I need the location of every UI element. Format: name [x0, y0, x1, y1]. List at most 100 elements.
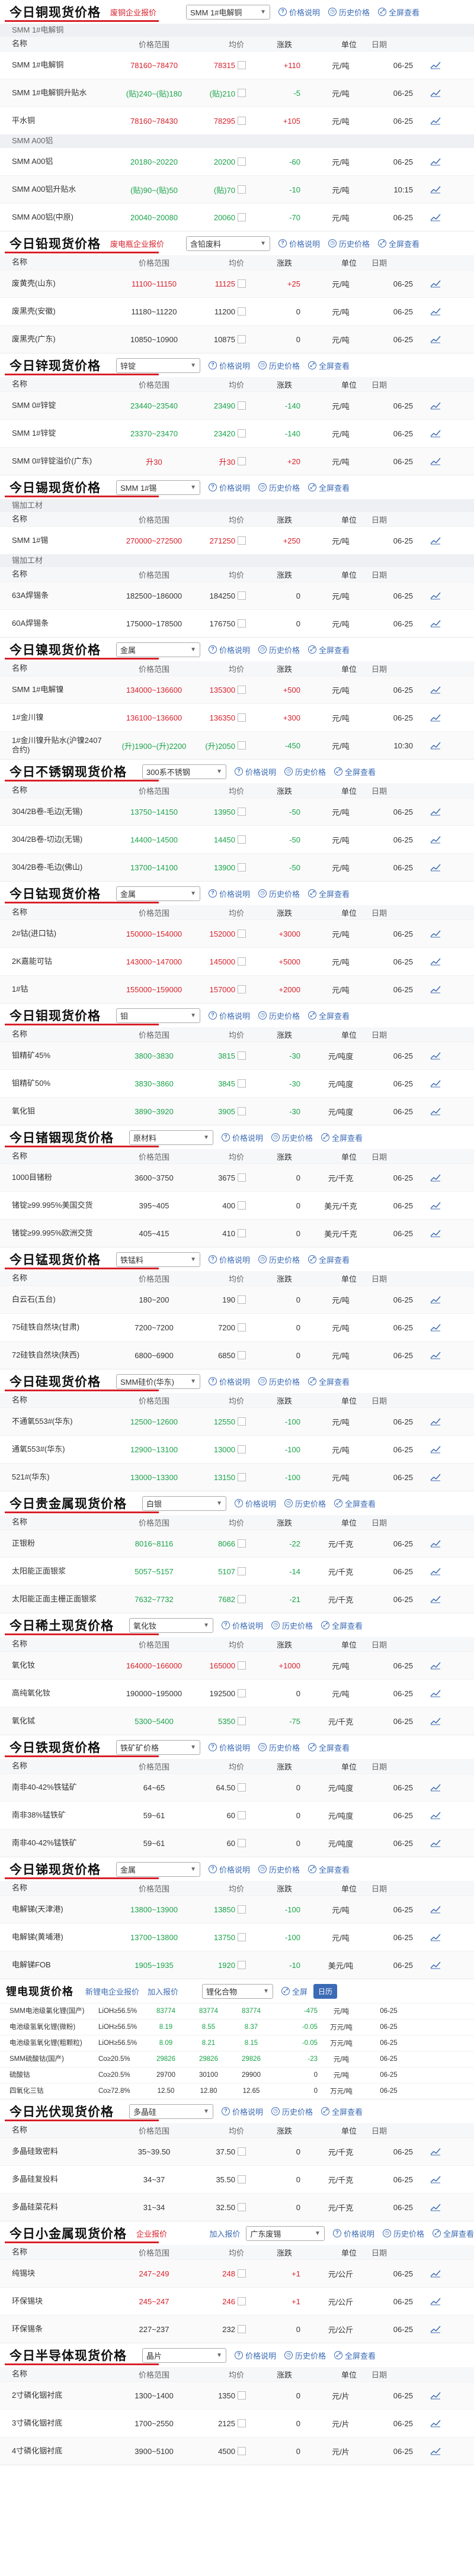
fullscreen-link[interactable]: ⤢ 全屏查看 — [378, 7, 419, 18]
table-row[interactable]: SMM A00铝 20180~20220 20200 -60 元/吨 06-25 — [0, 147, 474, 175]
product-name[interactable]: 304/2B卷-毛边(无锡) — [12, 807, 113, 816]
table-row[interactable]: SMM A00铝升贴水 (贴)90~(贴)50 (贴)70 -10 元/吨 10:15 — [0, 175, 474, 203]
table-row[interactable]: 3寸磷化铟衬底 1700~2550 2125 0 元/片 06-25 — [0, 2409, 474, 2437]
price-explain-link[interactable]: ? 价格说明 — [278, 238, 320, 249]
compare-checkbox[interactable] — [238, 713, 246, 722]
product-name[interactable]: 2K嘉能可钴 — [12, 957, 113, 966]
fullscreen-link[interactable]: ⤢ 全屏查看 — [308, 482, 350, 493]
product-name[interactable]: 钼精矿45% — [12, 1051, 113, 1060]
trend-chart-button[interactable] — [424, 1905, 447, 1913]
trend-chart-button[interactable] — [424, 713, 447, 722]
price-explain-link[interactable]: ? 价格说明 — [209, 1254, 250, 1265]
table-row[interactable]: SMM 1#电解铜升贴水 (贴)240~(贴)180 (贴)210 -5 元/吨 06-2… — [0, 79, 474, 107]
history-price-link[interactable]: ◷ 历史价格 — [258, 482, 300, 493]
fullscreen-link[interactable]: ⤢ 全屏查看 — [321, 1132, 363, 1143]
table-row[interactable]: 电池级氢氧化锂(粗颗粒) LiOH≥56.5% 8.09 8.21 8.15 -0.05 万… — [0, 2035, 474, 2051]
trend-chart-button[interactable] — [424, 1417, 447, 1426]
product-name[interactable]: 纯锡块 — [12, 2269, 113, 2278]
product-select[interactable]: 铁矿矿价格 ▼ — [116, 1739, 200, 1755]
product-name[interactable]: 废黑壳(广东) — [12, 335, 113, 344]
history-price-link[interactable]: ◷ 历史价格 — [382, 2228, 424, 2239]
compare-checkbox[interactable] — [238, 741, 246, 750]
price-explain-link[interactable]: ? 价格说明 — [209, 644, 250, 655]
table-row[interactable]: 1000目锗粉 3600~3750 3675 0 元/千克 06-25 — [0, 1163, 474, 1191]
compare-checkbox[interactable] — [238, 2419, 246, 2427]
compare-checkbox[interactable] — [238, 1661, 246, 1670]
fullscreen-link[interactable]: ⤢ 全屏查看 — [308, 1864, 350, 1875]
compare-checkbox[interactable] — [238, 1201, 246, 1210]
trend-chart-button[interactable] — [424, 835, 447, 844]
product-name[interactable]: 电解锑(天津港) — [12, 1905, 113, 1914]
product-select[interactable]: 金属 ▼ — [116, 642, 200, 657]
history-price-link[interactable]: ◷ 历史价格 — [258, 1010, 300, 1021]
product-select[interactable]: 白银 ▼ — [142, 1496, 226, 1511]
trend-chart-button[interactable] — [424, 2419, 447, 2427]
compare-checkbox[interactable] — [238, 2203, 246, 2211]
table-row[interactable]: 废黑壳(广东) 10850~10900 10875 0 元/吨 06-25 — [0, 325, 474, 353]
trend-chart-button[interactable] — [424, 279, 447, 288]
compare-checkbox[interactable] — [238, 157, 246, 166]
compare-checkbox[interactable] — [238, 1933, 246, 1941]
table-row[interactable]: 高纯氧化钕 190000~195000 192500 0 元/吨 06-25 — [0, 1679, 474, 1707]
trend-chart-button[interactable] — [424, 536, 447, 545]
table-row[interactable]: 氧化铽 5300~5400 5350 -75 元/千克 06-25 — [0, 1707, 474, 1735]
table-row[interactable]: SMM A00铝(中原) 20040~20080 20060 -70 元/吨 06-25 — [0, 203, 474, 231]
trend-chart-button[interactable] — [424, 1717, 447, 1725]
table-row[interactable]: 电解锑(天津港) 13800~13900 13850 -100 元/吨 06-25 — [0, 1895, 474, 1923]
trend-chart-button[interactable] — [424, 1811, 447, 1819]
fullscreen-link[interactable]: ⤢ 全屏查看 — [308, 1010, 350, 1021]
compare-checkbox[interactable] — [238, 89, 246, 97]
trend-chart-button[interactable] — [424, 1107, 447, 1115]
trend-chart-button[interactable] — [424, 741, 447, 750]
table-row[interactable]: 304/2B卷-毛边(无锡) 13750~14150 13950 -50 元/吨 06-2… — [0, 797, 474, 825]
table-row[interactable]: SMM 1#电解镍 134000~136600 135300 +500 元/吨 06-25 — [0, 676, 474, 703]
table-row[interactable]: 多晶硅致密料 35~39.50 37.50 0 元/千克 06-25 — [0, 2137, 474, 2165]
history-price-link[interactable]: ◷ 历史价格 — [258, 888, 300, 899]
trend-chart-button[interactable] — [424, 686, 447, 694]
product-name[interactable]: SMM A00铝(中原) — [12, 213, 113, 222]
product-name[interactable]: 钼精矿50% — [12, 1079, 113, 1088]
compare-checkbox[interactable] — [238, 1689, 246, 1697]
enterprise-quote-link[interactable]: 废铜企业报价 — [110, 7, 180, 18]
trend-chart-button[interactable] — [424, 1295, 447, 1304]
fullscreen-link[interactable]: ⤢ 全屏查看 — [321, 1620, 363, 1631]
price-explain-link[interactable]: ? 价格说明 — [209, 1376, 250, 1387]
price-explain-link[interactable]: ? 价格说明 — [209, 360, 250, 371]
fullscreen-link[interactable]: ⤢ 全屏查看 — [334, 2350, 376, 2361]
table-row[interactable]: 南非40-42%铁锰矿 64~65 64.50 0 元/吨度 06-25 — [0, 1773, 474, 1801]
table-row[interactable]: 太阳能正面主栅正面银浆 7632~7732 7682 -21 元/千克 06-25 — [0, 1585, 474, 1613]
product-name[interactable]: 304/2B卷-切边(无锡) — [12, 835, 113, 844]
product-name[interactable]: 正银粉 — [12, 1539, 113, 1548]
join-quote-link[interactable]: 加入报价 — [209, 2228, 240, 2239]
fullscreen-link[interactable]: ⤢ 全屏查看 — [308, 360, 350, 371]
compare-checkbox[interactable] — [238, 1051, 246, 1060]
history-price-link[interactable]: ◷ 历史价格 — [328, 238, 370, 249]
product-name[interactable]: 63A焊锡条 — [12, 591, 113, 600]
trend-chart-button[interactable] — [424, 985, 447, 993]
trend-chart-button[interactable] — [424, 1323, 447, 1332]
trend-chart-button[interactable] — [424, 1783, 447, 1792]
product-name[interactable]: SMM 1#锌锭 — [12, 429, 113, 438]
table-row[interactable]: 1#钴 155000~159000 157000 +2000 元/吨 06-25 — [0, 975, 474, 1003]
trend-chart-button[interactable] — [424, 2203, 447, 2211]
trend-chart-button[interactable] — [424, 1661, 447, 1670]
compare-checkbox[interactable] — [238, 213, 246, 221]
trend-chart-button[interactable] — [424, 808, 447, 816]
product-select[interactable]: 氧化钕 ▼ — [129, 1617, 213, 1633]
fullscreen-link[interactable]: ⤢ 全屏查看 — [432, 2228, 474, 2239]
compare-checkbox[interactable] — [238, 429, 246, 438]
trend-chart-button[interactable] — [424, 2391, 447, 2400]
table-row[interactable]: 平水铜 78160~78430 78295 +105 元/吨 06-25 — [0, 107, 474, 134]
trend-chart-button[interactable] — [424, 591, 447, 600]
compare-checkbox[interactable] — [238, 185, 246, 194]
compare-checkbox[interactable] — [238, 2297, 246, 2305]
table-row[interactable]: 多晶硅复投料 34~37 35.50 0 元/千克 06-25 — [0, 2165, 474, 2193]
compare-checkbox[interactable] — [238, 1323, 246, 1332]
table-row[interactable]: 白云石(五台) 180~200 190 0 元/吨 06-25 — [0, 1285, 474, 1313]
compare-checkbox[interactable] — [238, 985, 246, 993]
history-price-link[interactable]: ◷ 历史价格 — [284, 766, 326, 777]
trend-chart-button[interactable] — [424, 1473, 447, 1481]
table-row[interactable]: 电池级氢氧化锂(微粉) LiOH≥56.5% 8.19 8.55 8.37 -0.05 万元… — [0, 2019, 474, 2035]
product-name[interactable]: 60A焊锡条 — [12, 619, 113, 628]
table-row[interactable]: 南非40-42%锰铁矿 59~61 60 0 元/吨度 06-25 — [0, 1829, 474, 1857]
